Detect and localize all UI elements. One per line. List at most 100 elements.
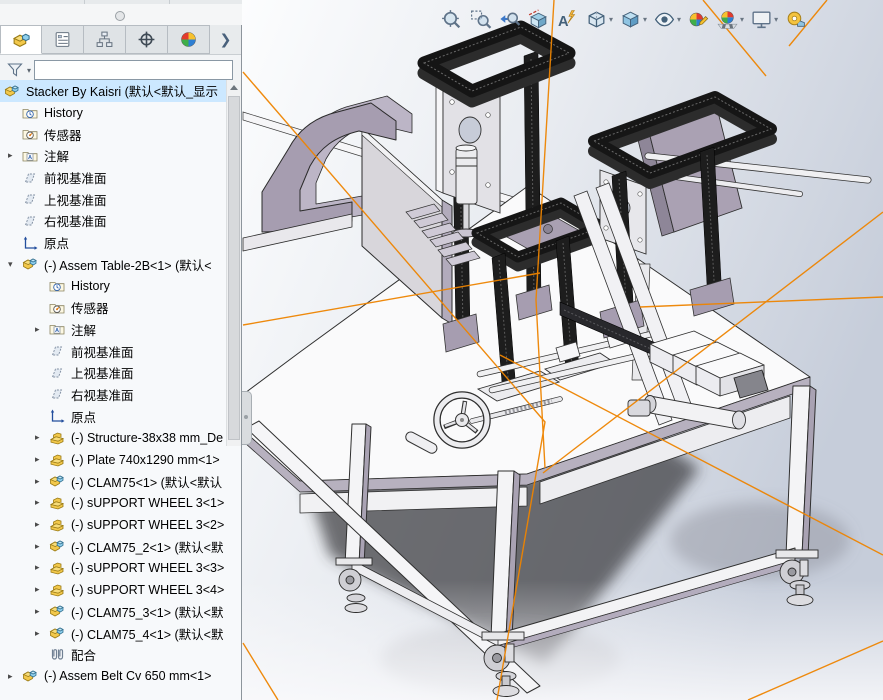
expand-arrow-icon[interactable]: ▾ <box>6 259 22 270</box>
tree-row[interactable]: 原点 <box>0 405 241 427</box>
zoom-area-button[interactable] <box>467 4 494 34</box>
tree-row[interactable]: 传感器 <box>0 123 241 145</box>
apply-scene-dropdown-caret[interactable]: ▾ <box>740 15 744 24</box>
tree-item-label: (-) Assem Belt Cv 650 mm<1> <box>44 669 211 683</box>
tree-row[interactable]: ▸ (-) sUPPORT WHEEL 3<2> <box>0 514 241 536</box>
expand-arrow-icon[interactable]: ▸ <box>33 519 49 530</box>
view-orientation-dropdown-caret[interactable]: ▾ <box>609 15 613 24</box>
tree-row[interactable]: 原点 <box>0 232 241 254</box>
expand-arrow-icon[interactable]: ▸ <box>33 476 49 487</box>
tree-item-label: 配合 <box>71 645 96 664</box>
scrollbar-thumb[interactable] <box>228 96 240 440</box>
display-style-button[interactable]: ▾ <box>617 4 649 34</box>
tree-row[interactable]: 右视基准面 <box>0 384 241 406</box>
tree-row[interactable]: ▸ (-) sUPPORT WHEEL 3<4> <box>0 579 241 601</box>
expand-arrow-icon[interactable]: ▸ <box>33 432 49 443</box>
tree-item-label: (-) sUPPORT WHEEL 3<3> <box>71 561 224 575</box>
previous-view-button[interactable] <box>496 4 523 34</box>
tree-item-label: 原点 <box>44 233 69 252</box>
tree-item-icon <box>22 105 39 121</box>
panel-pin-handle[interactable] <box>115 11 125 21</box>
scrollbar-up-arrow[interactable] <box>227 80 241 94</box>
apply-scene-button[interactable]: ▾ <box>714 4 746 34</box>
svg-text:A: A <box>558 13 569 29</box>
hide-show-items-button[interactable]: ▾ <box>651 4 683 34</box>
tab-featuremanager[interactable] <box>0 25 42 54</box>
tree-row[interactable]: 上视基准面 <box>0 188 241 210</box>
tab-overflow-button[interactable]: ❯ <box>210 25 241 54</box>
svg-text:A: A <box>28 155 32 161</box>
annotation-view-button[interactable]: A <box>554 4 581 34</box>
expand-arrow-icon[interactable]: ▸ <box>33 324 49 335</box>
tree-item-label: 上视基准面 <box>71 363 134 382</box>
solidworks-window: ❯ ▾ Stacker By Kaisri (默认<默认_显示 History … <box>0 0 883 700</box>
tree-row[interactable]: 前视基准面 <box>0 340 241 362</box>
tree-item-icon <box>22 668 39 684</box>
tree-row[interactable]: ▸ (-) Plate 740x1290 mm<1> <box>0 449 241 471</box>
tree-row[interactable]: 传感器 <box>0 297 241 319</box>
tree-item-icon <box>22 213 39 229</box>
tree-item-label: (-) Structure-38x38 mm_De <box>71 431 223 445</box>
expand-arrow-icon[interactable]: ▸ <box>33 562 49 573</box>
tree-row[interactable]: ▾ (-) Assem Table-2B<1> (默认< <box>0 254 241 276</box>
tree-item-label: (-) Assem Table-2B<1> (默认< <box>44 255 212 274</box>
expand-arrow-icon[interactable]: ▸ <box>33 606 49 617</box>
svg-text:A: A <box>55 329 59 335</box>
tree-row[interactable]: 上视基准面 <box>0 362 241 384</box>
tree-row[interactable]: ▸ (-) CLAM75_4<1> (默认<默 <box>0 622 241 644</box>
expand-arrow-icon[interactable]: ▸ <box>33 541 49 552</box>
tree-row[interactable]: History <box>0 102 241 124</box>
tree-item-label: 传感器 <box>71 298 109 317</box>
tree-row[interactable]: ▸ (-) Structure-38x38 mm_De <box>0 427 241 449</box>
tree-row[interactable]: ▸ (-) CLAM75_3<1> (默认<默 <box>0 601 241 623</box>
tree-row[interactable]: ▸ (-) CLAM75<1> (默认<默认 <box>0 470 241 492</box>
zoom-fit-button[interactable] <box>438 4 465 34</box>
expand-arrow-icon[interactable]: ▸ <box>6 150 22 161</box>
measure-button[interactable] <box>782 4 809 34</box>
tab-propertymanager[interactable] <box>42 25 84 54</box>
view-orientation-button[interactable]: ▾ <box>583 4 615 34</box>
tree-item-label: 右视基准面 <box>71 385 134 404</box>
tree-row[interactable]: 配合 <box>0 644 241 666</box>
tree-row[interactable]: 前视基准面 <box>0 167 241 189</box>
filter-caret-icon[interactable]: ▾ <box>27 66 31 75</box>
hide-show-items-dropdown-caret[interactable]: ▾ <box>677 15 681 24</box>
tree-item-label: (-) CLAM75<1> (默认<默认 <box>71 472 222 491</box>
view-settings-dropdown-caret[interactable]: ▾ <box>774 15 778 24</box>
tree-item-icon <box>49 625 66 641</box>
expand-arrow-icon[interactable]: ▸ <box>33 454 49 465</box>
tree-item-icon <box>49 365 66 381</box>
expand-arrow-icon[interactable]: ▸ <box>33 584 49 595</box>
tab-configurationmanager[interactable] <box>84 25 126 54</box>
tab-dimxpertmanager[interactable] <box>126 25 168 54</box>
tree-row[interactable]: ▸ A 注解 <box>0 319 241 341</box>
tree-item-label: (-) sUPPORT WHEEL 3<4> <box>71 583 224 597</box>
tree-filter-input[interactable] <box>34 60 233 80</box>
expand-arrow-icon[interactable]: ▸ <box>33 497 49 508</box>
graphics-viewport[interactable]: A ▾ ▾ ▾ ▾ ▾ <box>242 0 883 700</box>
expand-arrow-icon[interactable]: ▸ <box>33 628 49 639</box>
tree-row[interactable]: ▸ A 注解 <box>0 145 241 167</box>
tree-row[interactable]: History <box>0 275 241 297</box>
3d-model-canvas[interactable] <box>242 0 883 700</box>
tree-item-label: History <box>71 279 110 293</box>
tree-item-label: 前视基准面 <box>71 342 134 361</box>
section-view-button[interactable] <box>525 4 552 34</box>
tree-row[interactable]: ▸ (-) sUPPORT WHEEL 3<3> <box>0 557 241 579</box>
tree-row[interactable]: ▸ (-) sUPPORT WHEEL 3<1> <box>0 492 241 514</box>
tree-item-icon <box>4 83 21 99</box>
view-settings-button[interactable]: ▾ <box>748 4 780 34</box>
filter-funnel-icon[interactable] <box>6 61 24 79</box>
expand-arrow-icon[interactable]: ▸ <box>6 671 22 682</box>
tree-row[interactable]: ▸ (-) Assem Belt Cv 650 mm<1> <box>0 666 241 688</box>
panel-splitter-handle[interactable] <box>242 391 252 445</box>
tab-displaymanager[interactable] <box>168 25 210 54</box>
tree-item-label: (-) sUPPORT WHEEL 3<1> <box>71 496 224 510</box>
tree-scrollbar[interactable] <box>226 80 241 446</box>
tree-row[interactable]: Stacker By Kaisri (默认<默认_显示 <box>0 80 241 102</box>
tree-item-label: Stacker By Kaisri (默认<默认_显示 <box>26 81 218 100</box>
edit-appearance-button[interactable] <box>685 4 712 34</box>
display-style-dropdown-caret[interactable]: ▾ <box>643 15 647 24</box>
tree-row[interactable]: ▸ (-) CLAM75_2<1> (默认<默 <box>0 535 241 557</box>
tree-row[interactable]: 右视基准面 <box>0 210 241 232</box>
